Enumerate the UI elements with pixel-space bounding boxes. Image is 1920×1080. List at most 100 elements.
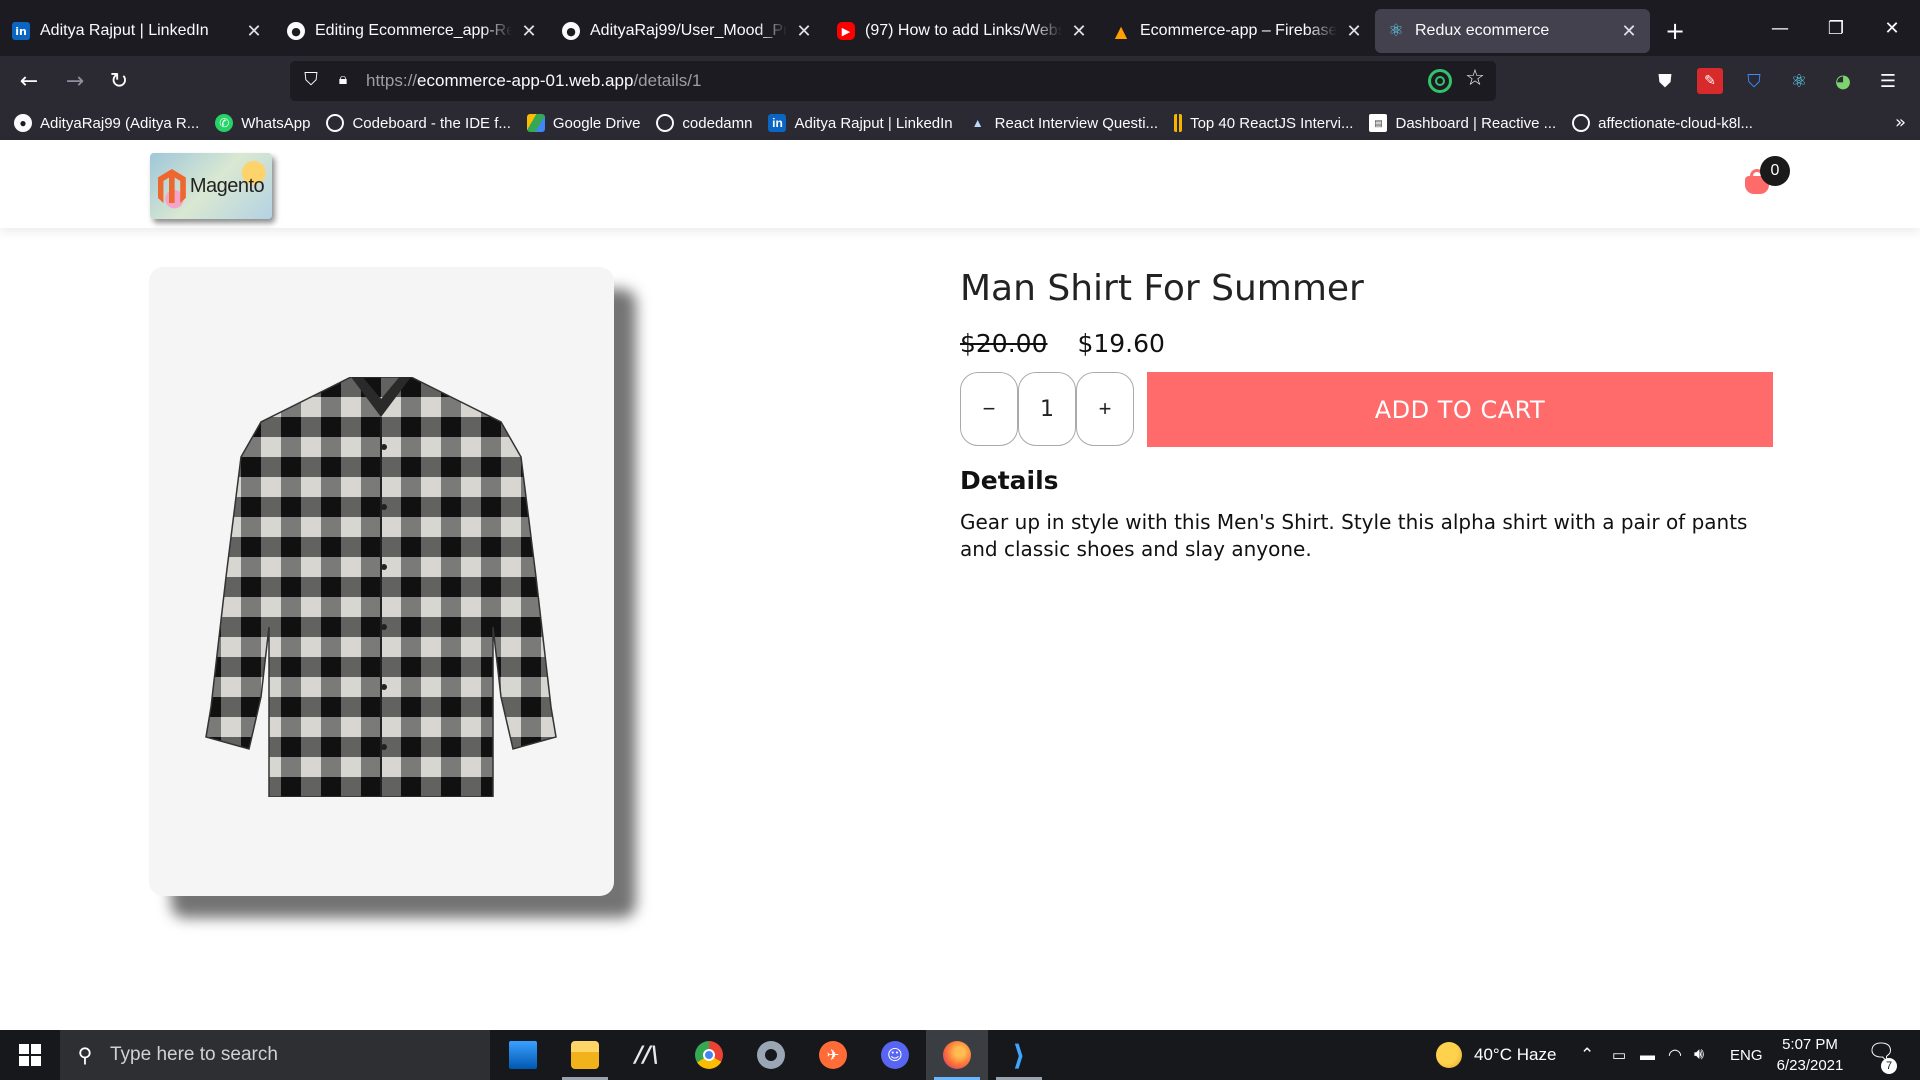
menu-icon[interactable]: ☰ — [1875, 68, 1901, 94]
bookmark-label: Codeboard - the IDE f... — [352, 114, 511, 132]
address-bar[interactable]: ⛉ 🔒︎ https://ecommerce-app-01.web.app/de… — [290, 61, 1496, 101]
mountain-icon: ▲ — [971, 116, 984, 130]
bookmark-label: AdityaRaj99 (Aditya R... — [40, 114, 200, 132]
windows-taskbar: ⚲ Type here to search //\ ✈ ☺ ⟩ 40°C Haz… — [0, 1030, 1920, 1080]
close-icon[interactable]: ✕ — [1618, 21, 1640, 42]
chrome-icon — [695, 1041, 723, 1069]
vscode-app[interactable]: ⟩ — [988, 1030, 1050, 1080]
extension-shield-icon[interactable]: ⛉ — [1741, 68, 1767, 94]
close-window-icon[interactable]: ✕ — [1864, 0, 1920, 56]
bookmark-item[interactable]: Codeboard - the IDE f... — [326, 114, 511, 132]
github-icon: ● — [287, 22, 305, 40]
react-devtools-icon[interactable]: ⚛ — [1786, 68, 1812, 94]
back-icon[interactable]: ← — [12, 64, 46, 98]
settings-app[interactable] — [740, 1030, 802, 1080]
tab-title: Editing Ecommerce_app-React — [315, 22, 512, 39]
start-button[interactable] — [0, 1030, 60, 1080]
site-logo[interactable]: Magento — [150, 153, 272, 219]
browser-tab-bar: in Aditya Rajput | LinkedIn ✕ ● Editing … — [0, 0, 1920, 56]
bookmark-item[interactable]: codedamn — [656, 114, 752, 132]
chevron-double-right-icon[interactable]: » — [1895, 112, 1906, 133]
globe-icon — [1572, 114, 1591, 132]
close-icon[interactable]: ✕ — [1068, 21, 1090, 42]
tab-title: (97) How to add Links/Website — [865, 22, 1062, 39]
meet-now-icon[interactable]: ▭ — [1612, 1030, 1626, 1080]
whatsapp-icon: ✆ — [215, 114, 234, 132]
postman-app[interactable]: ✈ — [802, 1030, 864, 1080]
github-icon: ● — [14, 114, 32, 132]
close-icon[interactable]: ✕ — [1343, 21, 1365, 42]
bookmark-item[interactable]: ✆ WhatsApp — [215, 114, 310, 132]
bookmark-item[interactable]: ● AdityaRaj99 (Aditya R... — [14, 114, 199, 132]
system-clock[interactable]: 5:07 PM 6/23/2021 — [1762, 1034, 1858, 1076]
stylized-a-icon: //\ — [634, 1042, 660, 1068]
sale-price: $19.60 — [1077, 329, 1165, 358]
minimize-icon[interactable]: — — [1752, 0, 1808, 56]
weather-widget[interactable]: 40°C Haze — [1436, 1030, 1556, 1080]
restore-icon[interactable]: ❐ — [1808, 0, 1864, 56]
decrease-quantity-button[interactable]: − — [960, 372, 1018, 446]
close-icon[interactable]: ✕ — [793, 21, 815, 42]
language-indicator[interactable]: ENG — [1730, 1030, 1763, 1080]
extension-ring-icon[interactable] — [1428, 69, 1452, 93]
tab-redux-ecommerce[interactable]: ⚛ Redux ecommerce ✕ — [1375, 9, 1650, 53]
show-hidden-icons-icon[interactable]: ⌃ — [1580, 1030, 1594, 1080]
github-icon: ● — [562, 22, 580, 40]
discord-app[interactable]: ☺ — [864, 1030, 926, 1080]
taskbar-search[interactable]: ⚲ Type here to search — [60, 1030, 490, 1080]
add-to-cart-button[interactable]: ADD TO CART — [1147, 372, 1773, 447]
lock-icon[interactable]: 🔒︎ — [332, 69, 354, 93]
close-icon[interactable]: ✕ — [518, 21, 540, 42]
volume-icon[interactable]: 🔊︎ — [1694, 1030, 1704, 1080]
bookmark-item[interactable]: in Aditya Rajput | LinkedIn — [768, 114, 953, 132]
react-icon: ⚛ — [1388, 21, 1404, 41]
bookmark-label: Google Drive — [552, 114, 641, 132]
bookmark-label: codedamn — [682, 114, 753, 132]
clock-date: 6/23/2021 — [1776, 1057, 1844, 1074]
product-image — [205, 377, 557, 797]
tab-firebase[interactable]: ▲ Ecommerce-app – Firebase con ✕ — [1100, 9, 1375, 53]
tab-github-editing[interactable]: ● Editing Ecommerce_app-React ✕ — [275, 9, 550, 53]
desktop-app[interactable] — [492, 1030, 554, 1080]
search-placeholder: Type here to search — [110, 1044, 278, 1065]
discord-icon: ☺ — [881, 1041, 909, 1069]
globe-icon — [326, 114, 345, 132]
shield-icon[interactable]: ⛉ — [300, 69, 322, 93]
bookmark-label: Top 40 ReactJS Intervi... — [1190, 114, 1354, 132]
increase-quantity-button[interactable]: + — [1076, 372, 1134, 446]
bookmark-item[interactable]: affectionate-cloud-k8l... — [1572, 114, 1753, 132]
forward-icon[interactable]: → — [58, 64, 92, 98]
tab-linkedin[interactable]: in Aditya Rajput | LinkedIn ✕ — [0, 9, 275, 53]
bookmark-item[interactable]: ▤ Dashboard | Reactive ... — [1369, 114, 1556, 132]
chrome-app[interactable] — [678, 1030, 740, 1080]
app-launcher[interactable]: //\ — [616, 1030, 678, 1080]
bookmark-item[interactable]: Google Drive — [526, 114, 641, 132]
sun-haze-icon — [1436, 1042, 1462, 1068]
cart-count-badge[interactable]: 0 — [1760, 156, 1790, 186]
tab-youtube[interactable]: ▶ (97) How to add Links/Website ✕ — [825, 9, 1100, 53]
bookmark-label: affectionate-cloud-k8l... — [1598, 114, 1753, 132]
bookmark-star-icon[interactable]: ☆ — [1462, 66, 1488, 96]
file-explorer-app[interactable] — [554, 1030, 616, 1080]
url-text[interactable]: https://ecommerce-app-01.web.app/details… — [366, 71, 701, 91]
tab-github-profile[interactable]: ● AdityaRaj99/User_Mood_Profile ✕ — [550, 9, 825, 53]
wifi-icon[interactable]: ◠ — [1668, 1030, 1682, 1080]
notification-count-badge: 7 — [1881, 1058, 1897, 1074]
reload-icon[interactable]: ↻ — [102, 64, 136, 98]
bookmark-item[interactable]: ▲ React Interview Questi... — [969, 114, 1158, 132]
product-description: Gear up in style with this Men's Shirt. … — [960, 510, 1748, 561]
new-tab-button[interactable]: + — [1650, 9, 1700, 53]
battery-icon[interactable]: ▬ — [1640, 1030, 1655, 1080]
magento-logo-icon — [157, 169, 186, 203]
search-icon: ⚲ — [77, 1043, 93, 1067]
monitor-icon — [509, 1041, 537, 1069]
firefox-app[interactable] — [926, 1030, 988, 1080]
tab-title: Redux ecommerce — [1415, 22, 1550, 39]
pocket-icon[interactable]: ⛊ — [1652, 68, 1678, 94]
original-price: $20.00 — [960, 329, 1048, 358]
extension-red-icon[interactable]: ✎ — [1697, 68, 1723, 94]
extension-color-icon[interactable]: ◕ — [1830, 68, 1856, 94]
close-icon[interactable]: ✕ — [243, 21, 265, 42]
bookmark-item[interactable]: Top 40 ReactJS Intervi... — [1174, 114, 1353, 132]
tab-title: Ecommerce-app – Firebase con — [1140, 22, 1337, 39]
